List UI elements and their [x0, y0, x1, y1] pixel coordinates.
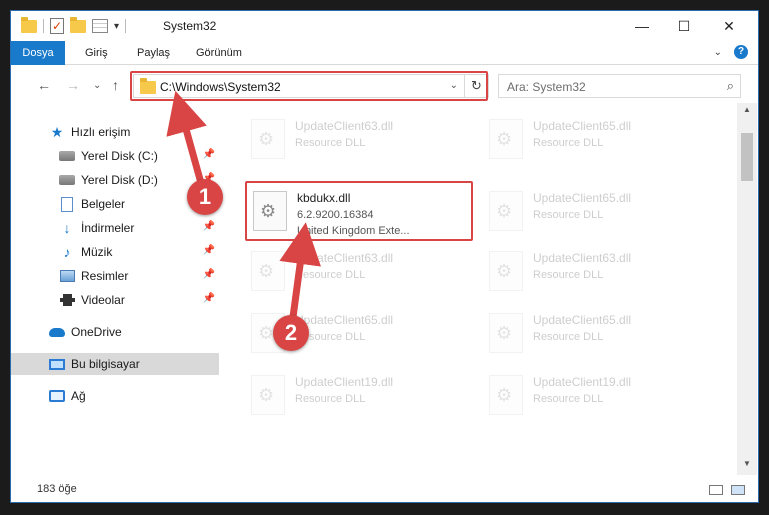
- arrow-to-file: [279, 222, 321, 321]
- callout-arrows: [166, 90, 321, 321]
- explorer-window: ✓ ▾ System32 — ☐ ✕ Dosya Giriş Paylaş Gö…: [10, 10, 759, 503]
- arrow-to-address: [166, 90, 207, 187]
- callout-badge-2: 2: [273, 315, 309, 351]
- callout-badge-1: 1: [187, 179, 223, 215]
